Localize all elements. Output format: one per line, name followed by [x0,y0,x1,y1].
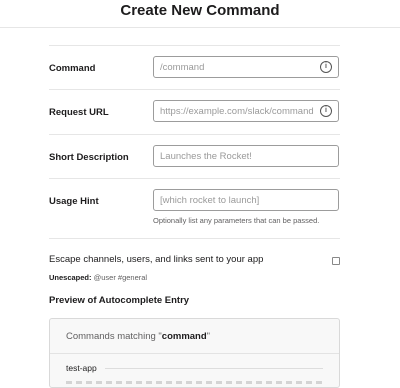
command-label: Command [49,63,96,74]
command-form: Command /command i Request URL https://e… [49,45,340,306]
usage-hint-row: Usage Hint [which rocket to launch] Opti… [49,179,340,238]
matching-suffix: " [206,330,211,342]
page-title: Create New Command [120,2,280,19]
short-description-input[interactable]: Launches the Rocket! [153,145,339,167]
preview-entry-placeholder [66,381,323,384]
usage-hint-label: Usage Hint [49,196,99,207]
request-url-label: Request URL [49,107,109,118]
autocomplete-preview: Commands matching " command " test-app [49,318,340,388]
short-description-row: Short Description Launches the Rocket! [49,135,340,178]
matching-prefix: Commands matching " [66,330,162,342]
command-placeholder: /command [160,61,205,73]
info-icon[interactable]: i [320,61,332,73]
request-url-input[interactable]: https://example.com/slack/command i [153,100,339,122]
preview-header: Commands matching " command " [50,319,339,354]
usage-hint-input[interactable]: [which rocket to launch] [153,189,339,211]
preview-app-name: test-app [66,363,97,373]
escape-checkbox[interactable] [332,257,340,265]
unescaped-label: Unescaped: [49,273,92,282]
usage-hint-help: Optionally list any parameters that can … [153,216,320,225]
escape-label: Escape channels, users, and links sent t… [49,254,264,265]
request-url-placeholder: https://example.com/slack/command [160,105,314,117]
matching-term: command [161,330,207,342]
command-row: Command /command i [49,46,340,89]
escape-row: Escape channels, users, and links sent t… [49,239,340,282]
usage-hint-placeholder: [which rocket to launch] [160,194,260,206]
unescaped-example: Unescaped: @user #general [49,273,263,282]
request-url-row: Request URL https://example.com/slack/co… [49,90,340,134]
unescaped-value: @user #general [93,273,148,282]
divider [104,367,323,369]
short-description-placeholder: Launches the Rocket! [160,150,252,162]
short-description-label: Short Description [49,152,129,163]
info-icon[interactable]: i [320,105,332,117]
dialog-header: Create New Command [0,0,400,28]
preview-app-row: test-app [50,354,339,373]
preview-title: Preview of Autocomplete Entry [49,295,190,306]
command-input[interactable]: /command i [153,56,339,78]
